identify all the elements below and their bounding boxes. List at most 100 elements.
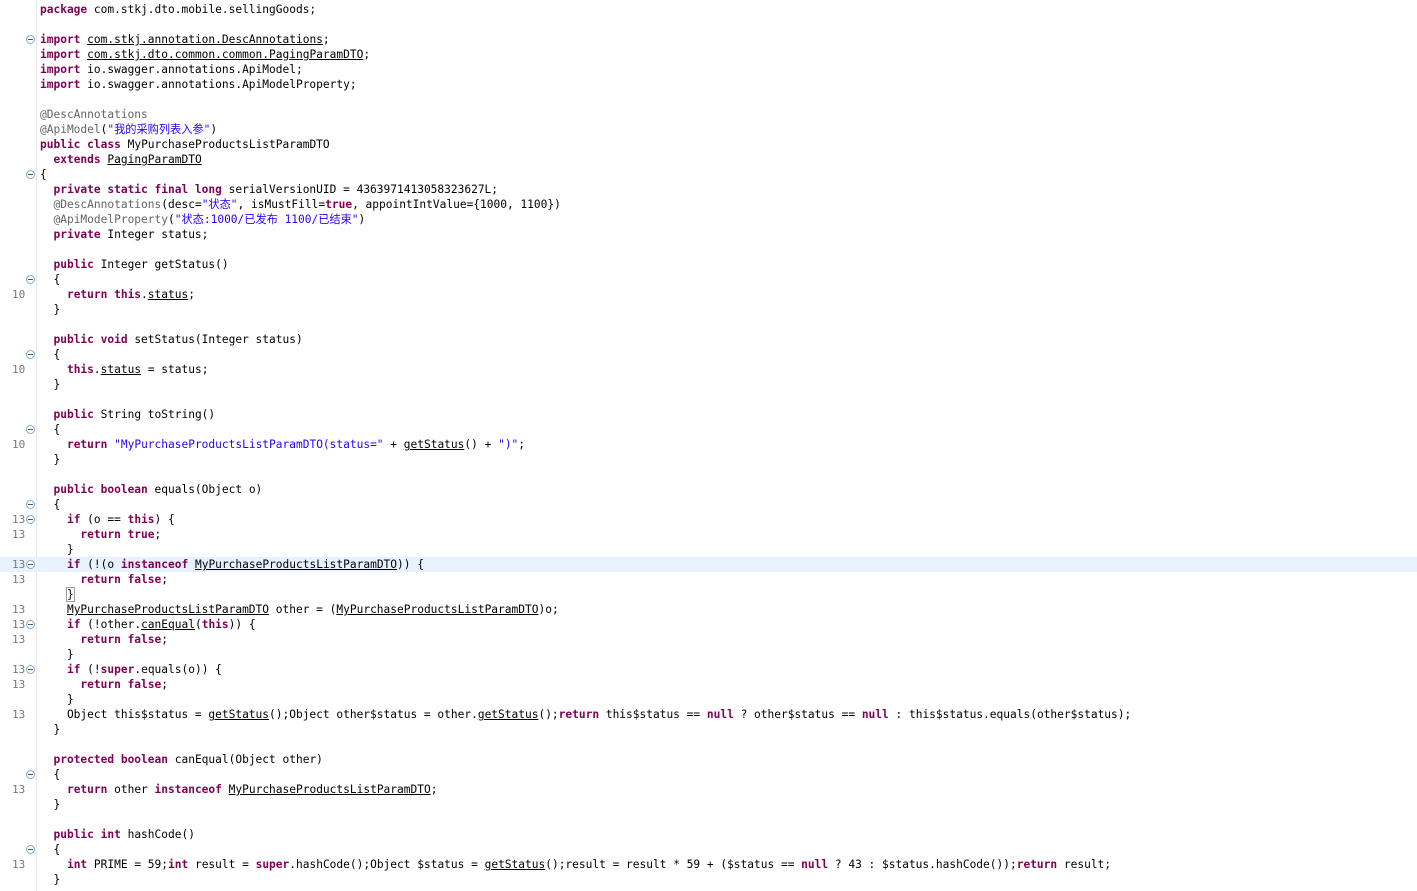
code-line[interactable]: 13 return true; (0, 527, 1417, 542)
code-text[interactable]: if (!super.equals(o)) { (40, 662, 222, 677)
code-line[interactable]: } (0, 587, 1417, 602)
code-text[interactable]: } (40, 587, 75, 602)
code-line[interactable]: public void setStatus(Integer status) (0, 332, 1417, 347)
code-line[interactable]: public int hashCode() (0, 827, 1417, 842)
code-line[interactable]: 13 return false; (0, 677, 1417, 692)
code-text[interactable]: public boolean equals(Object o) (40, 482, 262, 497)
code-text[interactable]: } (40, 542, 74, 557)
code-line[interactable]: { (0, 767, 1417, 782)
collapse-fold-icon[interactable] (26, 560, 35, 569)
code-text[interactable]: import com.stkj.dto.common.common.Paging… (40, 47, 370, 62)
code-line[interactable]: 13 Object this$status = getStatus();Obje… (0, 707, 1417, 722)
code-text[interactable]: @DescAnnotations(desc="状态", isMustFill=t… (40, 197, 560, 212)
code-text[interactable]: package com.stkj.dto.mobile.sellingGoods… (40, 2, 316, 17)
code-line[interactable]: } (0, 872, 1417, 887)
code-text[interactable]: return false; (40, 632, 168, 647)
code-text[interactable]: @DescAnnotations (40, 107, 148, 122)
code-text[interactable]: return other instanceof MyPurchaseProduc… (40, 782, 438, 797)
code-text[interactable]: { (40, 842, 60, 857)
code-text[interactable]: return false; (40, 572, 168, 587)
code-line[interactable]: 13 return false; (0, 572, 1417, 587)
code-text[interactable]: { (40, 347, 60, 362)
code-text[interactable]: { (40, 422, 60, 437)
code-text[interactable]: if (!(o instanceof MyPurchaseProductsLis… (40, 557, 424, 572)
code-line[interactable]: { (0, 497, 1417, 512)
code-line[interactable]: } (0, 302, 1417, 317)
code-text[interactable]: } (40, 452, 60, 467)
code-text[interactable]: public void setStatus(Integer status) (40, 332, 302, 347)
code-text[interactable]: @ApiModel("我的采购列表入参") (40, 122, 217, 137)
code-line[interactable]: } (0, 722, 1417, 737)
collapse-fold-icon[interactable] (26, 620, 35, 629)
code-text[interactable]: return false; (40, 677, 168, 692)
code-text[interactable]: } (40, 302, 60, 317)
code-text[interactable]: public int hashCode() (40, 827, 194, 842)
code-line[interactable]: { (0, 272, 1417, 287)
code-line[interactable]: 13 if (!super.equals(o)) { (0, 662, 1417, 677)
code-text[interactable]: extends PagingParamDTO (40, 152, 201, 167)
code-text[interactable]: import io.swagger.annotations.ApiModelPr… (40, 77, 357, 92)
collapse-fold-icon[interactable] (26, 500, 35, 509)
code-line[interactable]: import io.swagger.annotations.ApiModel; (0, 62, 1417, 77)
code-line[interactable] (0, 17, 1417, 32)
code-line[interactable]: private static final long serialVersionU… (0, 182, 1417, 197)
code-text[interactable]: if (!other.canEqual(this)) { (40, 617, 256, 632)
code-text[interactable]: { (40, 167, 47, 182)
code-line[interactable]: } (0, 647, 1417, 662)
code-line[interactable]: extends PagingParamDTO (0, 152, 1417, 167)
code-line[interactable]: public boolean equals(Object o) (0, 482, 1417, 497)
code-line[interactable]: import io.swagger.annotations.ApiModelPr… (0, 77, 1417, 92)
code-line[interactable]: 13 return false; (0, 632, 1417, 647)
code-line[interactable] (0, 812, 1417, 827)
code-line[interactable]: public String toString() (0, 407, 1417, 422)
code-line[interactable]: } (0, 377, 1417, 392)
code-line[interactable] (0, 92, 1417, 107)
code-text[interactable]: @ApiModelProperty("状态:1000/已发布 1100/已结束"… (40, 212, 365, 227)
code-line[interactable]: 10 return "MyPurchaseProductsListParamDT… (0, 437, 1417, 452)
code-line[interactable]: import com.stkj.dto.common.common.Paging… (0, 47, 1417, 62)
code-line[interactable] (0, 392, 1417, 407)
code-text[interactable]: private Integer status; (40, 227, 208, 242)
code-line[interactable]: 13 if (!(o instanceof MyPurchaseProducts… (0, 557, 1417, 572)
code-text[interactable]: Object this$status = getStatus();Object … (40, 707, 1131, 722)
code-line[interactable]: 13 MyPurchaseProductsListParamDTO other … (0, 602, 1417, 617)
code-text[interactable]: } (40, 377, 60, 392)
code-text[interactable]: return "MyPurchaseProductsListParamDTO(s… (40, 437, 525, 452)
code-text[interactable]: public class MyPurchaseProductsListParam… (40, 137, 330, 152)
code-line[interactable] (0, 737, 1417, 752)
code-line[interactable]: private Integer status; (0, 227, 1417, 242)
code-text[interactable]: this.status = status; (40, 362, 208, 377)
code-text[interactable]: MyPurchaseProductsListParamDTO other = (… (40, 602, 559, 617)
collapse-fold-icon[interactable] (26, 770, 35, 779)
code-line[interactable]: @ApiModel("我的采购列表入参") (0, 122, 1417, 137)
code-line[interactable]: { (0, 167, 1417, 182)
code-text[interactable]: import io.swagger.annotations.ApiModel; (40, 62, 303, 77)
code-text[interactable]: } (40, 872, 60, 887)
code-line[interactable]: { (0, 842, 1417, 857)
code-text[interactable]: public String toString() (40, 407, 215, 422)
code-text[interactable]: public Integer getStatus() (40, 257, 228, 272)
code-lines[interactable]: package com.stkj.dto.mobile.sellingGoods… (0, 2, 1417, 887)
collapse-fold-icon[interactable] (26, 170, 35, 179)
collapse-fold-icon[interactable] (26, 845, 35, 854)
code-text[interactable]: private static final long serialVersionU… (40, 182, 498, 197)
code-line[interactable] (0, 467, 1417, 482)
code-editor[interactable]: package com.stkj.dto.mobile.sellingGoods… (0, 0, 1417, 891)
code-line[interactable]: 13 int PRIME = 59;int result = super.has… (0, 857, 1417, 872)
code-line[interactable] (0, 317, 1417, 332)
code-text[interactable]: } (40, 797, 60, 812)
code-text[interactable]: if (o == this) { (40, 512, 175, 527)
collapse-fold-icon[interactable] (26, 665, 35, 674)
code-line[interactable]: } (0, 797, 1417, 812)
code-line[interactable] (0, 242, 1417, 257)
collapse-fold-icon[interactable] (26, 425, 35, 434)
code-text[interactable]: import com.stkj.annotation.DescAnnotatio… (40, 32, 330, 47)
code-text[interactable]: { (40, 767, 60, 782)
code-line[interactable]: import com.stkj.annotation.DescAnnotatio… (0, 32, 1417, 47)
code-text[interactable]: return this.status; (40, 287, 195, 302)
code-line[interactable]: 13 if (!other.canEqual(this)) { (0, 617, 1417, 632)
code-text[interactable]: int PRIME = 59;int result = super.hashCo… (40, 857, 1111, 872)
code-line[interactable]: public Integer getStatus() (0, 257, 1417, 272)
code-text[interactable]: } (40, 647, 74, 662)
collapse-fold-icon[interactable] (26, 350, 35, 359)
